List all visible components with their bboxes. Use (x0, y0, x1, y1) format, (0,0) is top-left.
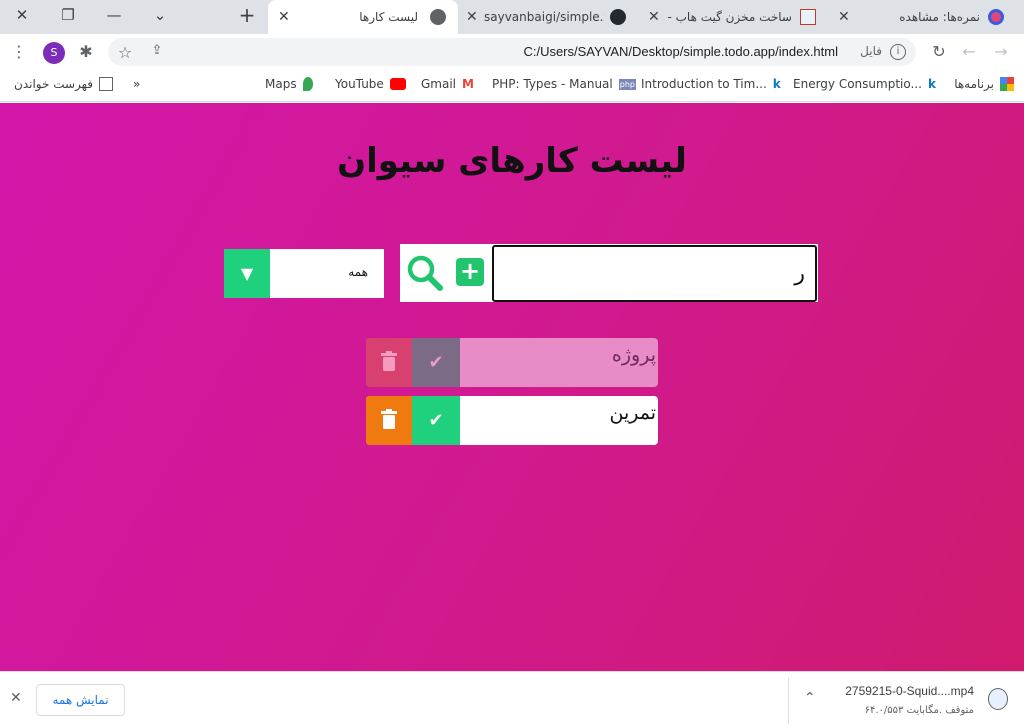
todo-input[interactable] (492, 245, 817, 302)
menu-icon[interactable]: ⋮ (8, 42, 30, 61)
bookmark-item[interactable]: Gmail M (421, 77, 474, 91)
bookmark-label: فهرست خواندن (14, 77, 93, 91)
reading-list[interactable]: فهرست خواندن (14, 77, 113, 91)
tab-title: sayvanbaigi/simple.tod (484, 10, 604, 24)
page-title: لیست کارهای سیوان (337, 141, 687, 181)
tab-todo-list[interactable]: ✕ لیست کارها (268, 0, 458, 34)
k-site-icon: k (772, 77, 781, 91)
download-bar: ✕ نمایش همه ⌃ 2759215-0-Squid....mp4 متو… (0, 671, 1024, 728)
bookmark-label: برنامه‌ها (954, 77, 994, 91)
close-tab-icon[interactable]: ✕ (648, 9, 660, 25)
youtube-icon (389, 78, 406, 90)
tab-grades[interactable]: ✕ نمره‌ها: مشاهده (830, 0, 1024, 34)
back-icon[interactable]: ← (958, 42, 980, 61)
close-tab-icon[interactable]: ✕ (838, 9, 850, 25)
download-status: متوقف .مگابایت ۶۴.۰/۵۵۳ (864, 705, 974, 716)
page-content: لیست کارهای سیوان + همه ▼ پروژه ✔ تمرین … (0, 103, 1024, 671)
bookmarks-overflow[interactable]: » (133, 77, 140, 91)
info-icon[interactable]: i (890, 44, 906, 60)
bookmark-label: YouTube (335, 77, 384, 91)
download-file-name[interactable]: 2759215-0-Squid....mp4 (845, 684, 974, 698)
bookmark-item[interactable]: Maps (265, 77, 313, 91)
tab-title: ساخت مخزن گیت هاب - (667, 10, 792, 24)
close-tab-icon[interactable]: ✕ (466, 9, 478, 25)
reading-list-icon (98, 77, 113, 91)
browser-toolbar: ⋮ ✱ ↻ ← → ☆ ⇪ C:/Users/SAYVAN/Desktop/si… (0, 34, 1024, 70)
bookmark-apps[interactable]: برنامه‌ها (954, 77, 1014, 91)
extensions-icon[interactable]: ✱ (75, 42, 97, 61)
file-icon (988, 688, 1008, 710)
minimize-window-icon[interactable]: — (102, 6, 126, 24)
todo-text: پروژه (611, 344, 656, 366)
apps-grid-icon (1000, 77, 1014, 91)
filter-select[interactable]: همه ▼ (224, 249, 384, 298)
close-window-icon[interactable]: ✕ (10, 6, 34, 24)
bookmark-star-icon[interactable]: ☆ (114, 43, 136, 62)
todo-form: + (400, 244, 818, 302)
bookmark-item[interactable]: PHP: Types - Manual php (492, 77, 636, 91)
bookmarks-bar: برنامه‌ها Energy Consumptio... k Introdu… (0, 70, 1024, 102)
site-label: فایل (860, 44, 882, 58)
tab-search-chevron-icon[interactable]: ⌄ (148, 6, 172, 24)
search-icon[interactable] (406, 254, 444, 292)
trash-icon[interactable] (366, 338, 412, 387)
k-site-icon: k (927, 77, 936, 91)
tab-title: لیست کارها (359, 10, 418, 24)
bookmark-label: Gmail (421, 77, 457, 91)
add-todo-button[interactable]: + (456, 258, 484, 286)
url-text[interactable]: C:/Users/SAYVAN/Desktop/simple.todo.app/… (523, 44, 838, 59)
globe-icon (430, 9, 446, 25)
todo-item: تمرین ✔ (366, 396, 658, 445)
chevron-up-icon[interactable]: ⌃ (804, 690, 816, 706)
reload-icon[interactable]: ↻ (928, 42, 950, 61)
share-icon[interactable]: ⇪ (146, 43, 168, 58)
gmail-icon: M (462, 77, 474, 91)
tab-strip: ✕ ❐ — ⌄ + ✕ لیست کارها ✕ sayvanbaigi/sim… (0, 0, 1024, 34)
maps-icon (302, 77, 313, 91)
close-download-bar-icon[interactable]: ✕ (10, 690, 22, 706)
site-icon (988, 9, 1004, 25)
bookmark-item[interactable]: YouTube (335, 77, 406, 91)
php-icon: php (618, 78, 636, 90)
filter-value: همه (348, 265, 368, 279)
site-icon (800, 9, 816, 25)
todo-item: پروژه ✔ (366, 338, 658, 387)
bookmark-label: PHP: Types - Manual (492, 77, 613, 91)
bookmark-label: Energy Consumptio... (793, 77, 922, 91)
trash-icon[interactable] (366, 396, 412, 445)
new-tab-icon[interactable]: + (235, 3, 259, 27)
bookmark-label: Maps (265, 77, 297, 91)
tab-github-repo[interactable]: ✕ sayvanbaigi/simple.tod (458, 0, 638, 34)
tab-create-repo[interactable]: ✕ ساخت مخزن گیت هاب - (638, 0, 828, 34)
todo-text: تمرین (609, 402, 656, 424)
bookmark-item[interactable]: Introduction to Tim... k (641, 77, 781, 91)
tab-title: نمره‌ها: مشاهده (899, 10, 980, 24)
profile-avatar[interactable]: S (43, 42, 65, 64)
restore-window-icon[interactable]: ❐ (56, 6, 80, 24)
github-icon (610, 9, 626, 25)
address-bar[interactable]: ☆ ⇪ C:/Users/SAYVAN/Desktop/simple.todo.… (108, 38, 916, 66)
close-tab-icon[interactable]: ✕ (278, 9, 290, 25)
divider (788, 678, 789, 724)
dropdown-arrow-icon[interactable]: ▼ (224, 249, 270, 298)
complete-check-icon[interactable]: ✔ (412, 396, 460, 445)
show-all-downloads-button[interactable]: نمایش همه (36, 684, 125, 716)
forward-icon[interactable]: → (990, 42, 1012, 61)
bookmark-item[interactable]: Energy Consumptio... k (793, 77, 936, 91)
complete-check-icon[interactable]: ✔ (412, 338, 460, 387)
bookmark-label: Introduction to Tim... (641, 77, 767, 91)
